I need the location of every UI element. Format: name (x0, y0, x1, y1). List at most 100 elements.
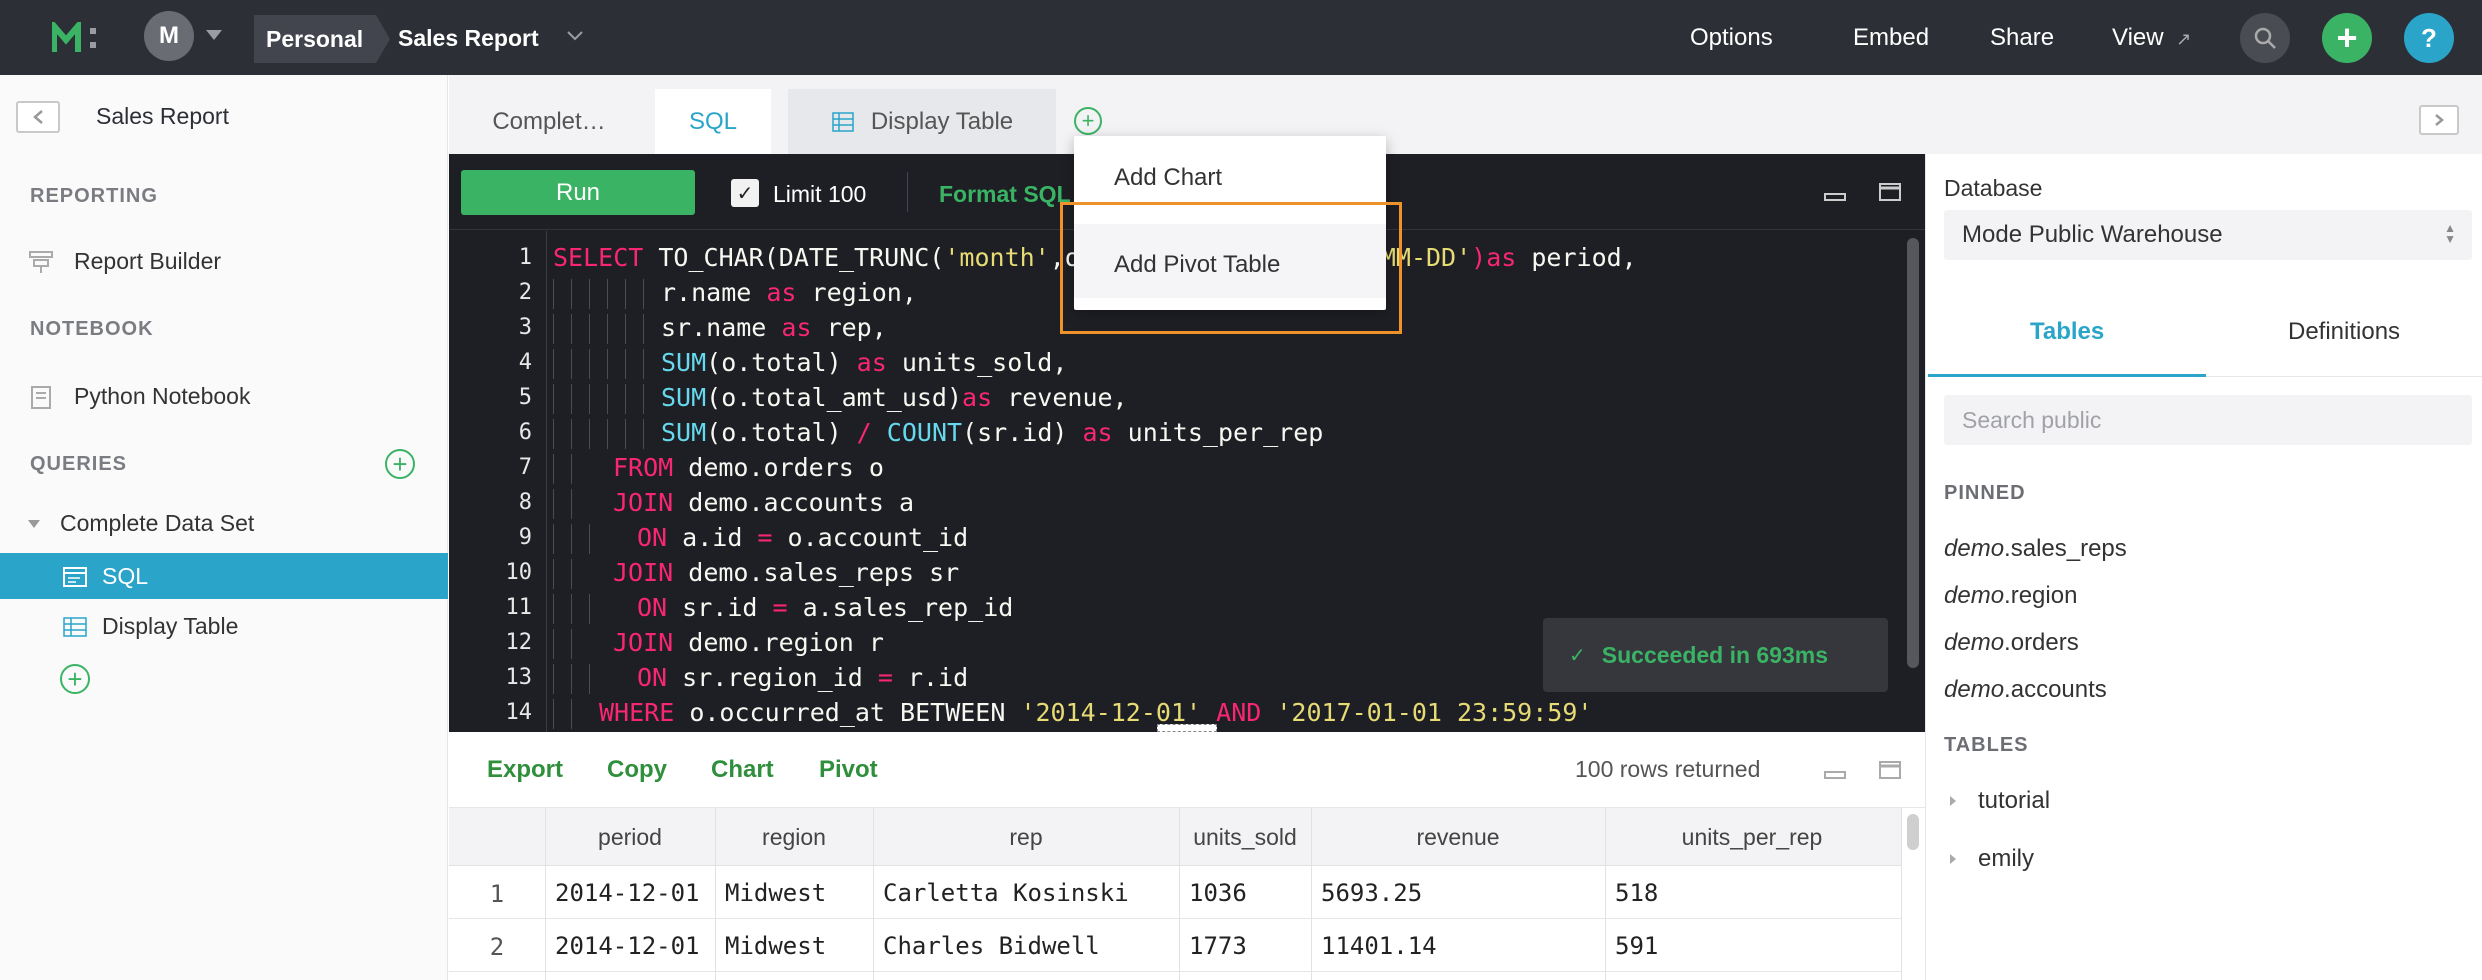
code-line: JOIN demo.sales_reps sr (553, 558, 959, 589)
table-cell[interactable]: 2014-12-01 (555, 879, 700, 907)
table-cell[interactable]: 591 (1615, 932, 1658, 960)
search-input[interactable]: Search public (1944, 395, 2472, 445)
add-report-item-button[interactable]: + (60, 664, 90, 694)
code-line: JOIN demo.accounts a (553, 488, 914, 519)
line-number: 10 (505, 560, 533, 585)
sidebar-item-report-builder[interactable]: Report Builder (28, 248, 221, 275)
active-tab-indicator (1928, 374, 2206, 377)
tab-complete-data-set[interactable]: Complet… (473, 89, 625, 154)
tab-display-table[interactable]: Display Table (788, 89, 1056, 154)
chart-button[interactable]: Chart (711, 756, 774, 784)
line-number: 6 (518, 420, 532, 445)
search-button[interactable] (2240, 13, 2290, 63)
expand-panel-button[interactable] (2419, 105, 2459, 135)
code-line: SUM(o.total_amt_usd)as revenue, (553, 383, 1128, 414)
column-header[interactable]: units_sold (1179, 824, 1311, 851)
code-line: SUM(o.total) as units_sold, (553, 348, 1067, 379)
minimize-icon[interactable] (1824, 184, 1846, 204)
column-header[interactable]: rep (873, 824, 1179, 851)
limit-label[interactable]: Limit 100 (773, 181, 866, 208)
sidebar-item-label: Report Builder (74, 248, 222, 274)
table-cell[interactable]: 518 (1615, 879, 1658, 907)
schema-name: demo (1944, 676, 2005, 703)
tab-definitions[interactable]: Definitions (2288, 318, 2400, 346)
view-button[interactable]: View ↗ (2112, 24, 2191, 52)
collapse-sidebar-button[interactable] (16, 101, 60, 133)
code-line: FROM demo.orders o (553, 453, 884, 484)
pinned-table[interactable]: demo.accounts (1944, 676, 2107, 704)
query-complete-data-set[interactable]: Complete Data Set (26, 510, 254, 537)
options-button[interactable]: Options (1690, 24, 1773, 52)
results-panel: Export Copy Chart Pivot 100 rows returne… (449, 732, 1925, 980)
sidebar-title: Sales Report (96, 103, 229, 129)
table-cell[interactable]: 1036 (1189, 879, 1247, 907)
embed-button[interactable]: Embed (1853, 24, 1929, 52)
sidebar-header: Sales Report (0, 75, 448, 155)
notebook-icon (31, 385, 51, 409)
table-cell[interactable]: 11401.14 (1321, 932, 1437, 960)
sidebar-item-sql[interactable]: SQL (62, 563, 148, 590)
add-query-button[interactable]: + (385, 449, 415, 479)
table-row[interactable]: 1 2014-12-01 Midwest Carletta Kosinski 1… (449, 866, 1901, 919)
chevron-down-icon[interactable] (566, 30, 584, 42)
table-cell[interactable]: 1773 (1189, 932, 1247, 960)
add-new-button[interactable]: + (2322, 13, 2372, 63)
schema-browser: Database Mode Public Warehouse ▲ ▼ Tables… (1925, 154, 2482, 980)
table-cell[interactable]: Midwest (725, 879, 826, 907)
tab-tables[interactable]: Tables (2030, 318, 2104, 346)
add-tab-button[interactable]: + (1074, 107, 1102, 135)
limit-checkbox[interactable]: ✓ (731, 179, 759, 207)
format-sql-button[interactable]: Format SQL (939, 181, 1071, 208)
table-cell[interactable]: 2014-12-01 (555, 932, 700, 960)
avatar[interactable]: M (144, 11, 194, 61)
column-header[interactable]: period (545, 824, 715, 851)
account-caret-icon[interactable] (206, 30, 222, 40)
breadcrumb-report[interactable]: Sales Report (398, 25, 539, 52)
copy-button[interactable]: Copy (607, 756, 667, 784)
top-bar: M Personal Sales Report Options Embed Sh… (0, 0, 2482, 75)
help-icon: ? (2421, 22, 2437, 53)
schema-tree-item[interactable]: emily (1948, 845, 2034, 873)
table-name: .accounts (2004, 676, 2107, 703)
database-select[interactable]: Mode Public Warehouse ▲ ▼ (1944, 210, 2472, 260)
line-number-gutter: 1 2 3 4 5 6 7 8 9 10 11 12 13 14 15 (449, 231, 547, 732)
caret-right-icon (1950, 854, 1956, 864)
column-header[interactable]: region (715, 824, 873, 851)
rows-returned: 100 rows returned (1575, 756, 1761, 782)
table-cell[interactable]: Charles Bidwell (883, 932, 1100, 960)
sidebar-item-python-notebook[interactable]: Python Notebook (28, 383, 250, 410)
column-header[interactable]: units_per_rep (1605, 824, 1899, 851)
pinned-table[interactable]: demo.sales_reps (1944, 535, 2127, 563)
sidebar-item-display-table[interactable]: Display Table (62, 613, 238, 640)
tab-label: Display Table (870, 107, 1014, 135)
table-cell[interactable]: 5693.25 (1321, 879, 1422, 907)
mode-logo[interactable] (52, 22, 108, 54)
schema-label: emily (1978, 845, 2035, 872)
breadcrumb-workspace[interactable]: Personal (254, 15, 390, 63)
sidebar-item-label: SQL (102, 563, 149, 589)
pinned-table[interactable]: demo.region (1944, 582, 2077, 610)
add-chart-option[interactable]: Add Chart (1114, 164, 1222, 192)
column-header[interactable]: revenue (1311, 824, 1605, 851)
maximize-icon[interactable] (1879, 760, 1901, 780)
caret-down-icon (28, 519, 40, 528)
export-button[interactable]: Export (487, 756, 563, 784)
code-line: SUM(o.total) / COUNT(sr.id) as units_per… (553, 418, 1323, 449)
table-cell[interactable]: Midwest (725, 932, 826, 960)
tab-sql[interactable]: SQL (655, 89, 771, 154)
share-button[interactable]: Share (1990, 24, 2054, 52)
pivot-button[interactable]: Pivot (819, 756, 878, 784)
run-button[interactable]: Run (461, 170, 695, 215)
help-button[interactable]: ? (2404, 13, 2454, 63)
results-scrollbar[interactable] (1907, 814, 1919, 850)
maximize-icon[interactable] (1879, 182, 1901, 202)
editor-scrollbar[interactable] (1907, 238, 1919, 668)
line-number: 8 (518, 490, 532, 515)
view-label: View (2112, 24, 2164, 51)
pinned-table[interactable]: demo.orders (1944, 629, 2079, 657)
schema-tree-item[interactable]: tutorial (1948, 787, 2050, 815)
table-row[interactable]: 2 2014-12-01 Midwest Charles Bidwell 177… (449, 919, 1901, 972)
minimize-icon[interactable] (1824, 762, 1846, 782)
resize-handle[interactable] (1157, 724, 1217, 732)
table-cell[interactable]: Carletta Kosinski (883, 879, 1129, 907)
